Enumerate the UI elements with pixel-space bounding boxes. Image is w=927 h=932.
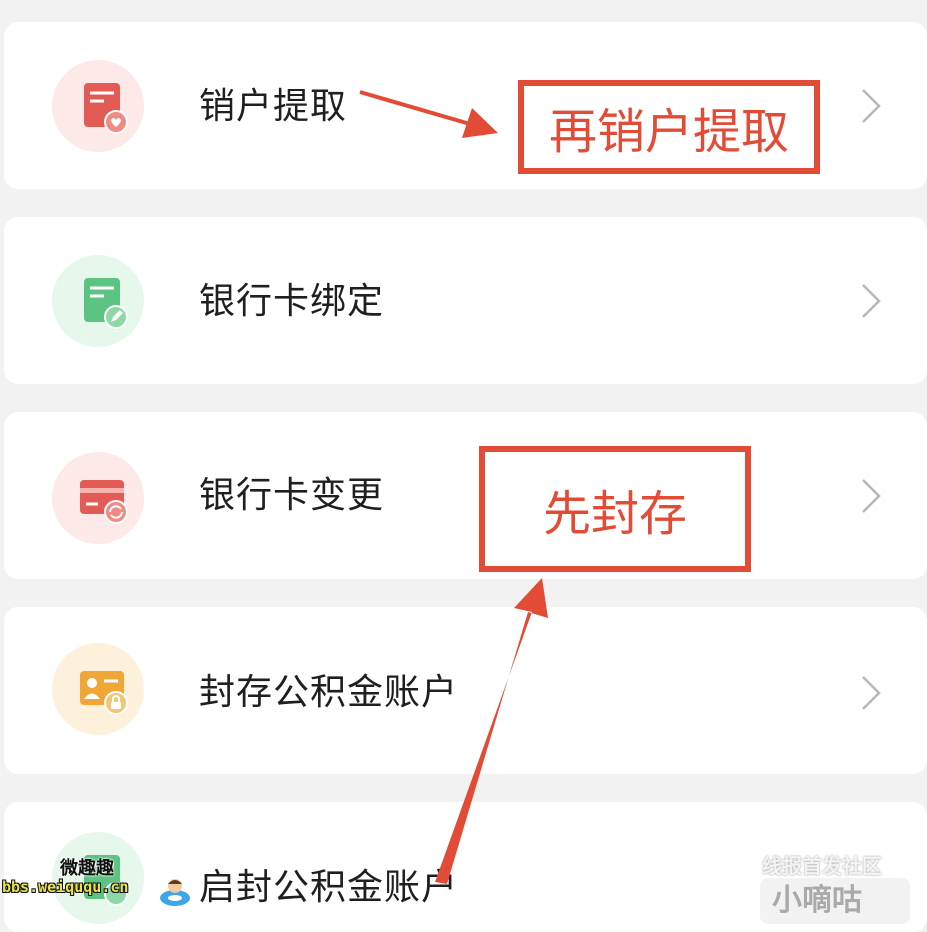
watermark-url: bbs.weiququ.cn [2, 878, 129, 896]
watermark-left: 微趣趣 bbs.weiququ.cn [0, 850, 200, 910]
annotation-text: 再销户提取 [548, 104, 789, 160]
annotation-box-step-one: 先封存 [479, 446, 751, 572]
watermark-right: 线报首发社区 小嘀咕 [760, 848, 927, 924]
watermark-title: 微趣趣 [60, 858, 114, 879]
swim-ring-icon [160, 879, 190, 906]
annotation-text: 先封存 [542, 486, 687, 542]
watermark-brand: 小嘀咕 [760, 878, 910, 924]
watermark-tagline: 线报首发社区 [762, 854, 882, 878]
annotation-box-step-two: 再销户提取 [518, 80, 820, 174]
